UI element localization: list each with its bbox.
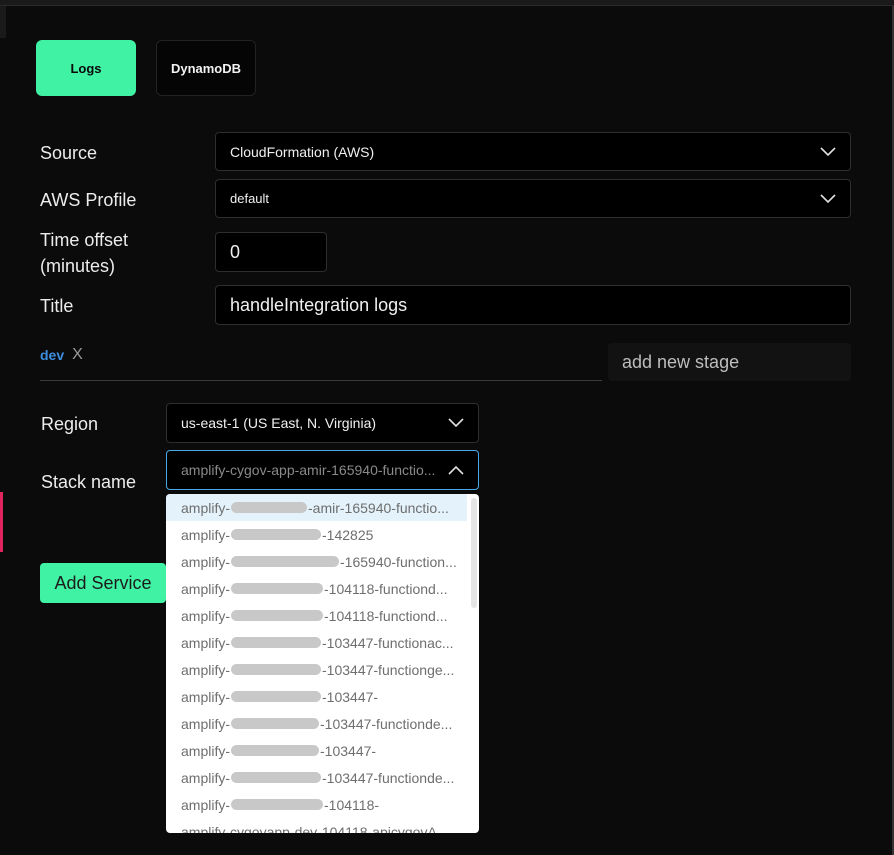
add-stage-input[interactable]: add new stage xyxy=(608,343,851,381)
tab-logs[interactable]: Logs xyxy=(36,40,136,96)
redacted-text xyxy=(231,799,324,810)
redacted-text xyxy=(231,718,320,729)
chevron-down-icon xyxy=(820,193,836,203)
dropdown-item-suffix: -103447-functionde... xyxy=(320,715,453,732)
chevron-up-icon xyxy=(448,465,464,475)
redacted-text xyxy=(231,529,322,540)
region-label: Region xyxy=(41,414,99,434)
stack-name-label: Stack name xyxy=(41,472,137,492)
stages-divider xyxy=(40,380,602,381)
dropdown-item-suffix: 104118-apicygovA... xyxy=(321,823,449,834)
dropdown-item[interactable]: amplify- -165940-function... xyxy=(166,548,479,575)
time-offset-value: 0 xyxy=(230,241,241,262)
dropdown-item-suffix: -165940-function... xyxy=(340,553,457,570)
dropdown-item-suffix: -amir-165940-functio... xyxy=(308,499,449,516)
title-label: Title xyxy=(40,296,74,316)
time-offset-label-line2: (minutes) xyxy=(40,256,116,276)
dropdown-item-prefix: amplify- xyxy=(181,553,231,570)
window-top-bar xyxy=(0,0,894,6)
chevron-down-icon xyxy=(820,146,836,156)
dropdown-item-suffix: -104118- xyxy=(324,796,380,813)
aws-profile-select[interactable]: default xyxy=(215,179,851,218)
dropdown-item[interactable]: amplify- -103447-functionde... xyxy=(166,764,479,791)
dropdown-item-prefix: amplify- xyxy=(181,715,231,732)
redacted-text xyxy=(231,610,324,621)
side-accent-bar xyxy=(0,492,3,552)
dropdown-item-suffix: -142825 xyxy=(322,526,374,543)
redacted-text xyxy=(231,556,340,567)
dropdown-item-prefix: amplify- xyxy=(181,580,231,597)
dropdown-item-suffix: -103447-functionde... xyxy=(322,769,455,786)
dropdown-item-suffix: -103447- xyxy=(322,688,379,705)
add-stage-placeholder: add new stage xyxy=(622,351,740,372)
dropdown-item-prefix: amplify- xyxy=(181,796,231,813)
region-select-value: us-east-1 (US East, N. Virginia) xyxy=(181,415,377,431)
stack-name-select[interactable]: amplify-cygov-app-amir-165940-functio... xyxy=(166,450,479,490)
aws-profile-value: default xyxy=(230,191,270,206)
region-select[interactable]: us-east-1 (US East, N. Virginia) xyxy=(166,403,479,443)
dropdown-item-prefix: amplify- xyxy=(181,661,231,678)
time-offset-label: Time offset (minutes) xyxy=(40,227,128,279)
aws-profile-label: AWS Profile xyxy=(40,190,137,210)
dropdown-item[interactable]: amplify- -103447-functionde... xyxy=(166,710,479,737)
dropdown-item-suffix: -103447-functionac... xyxy=(322,634,454,651)
dropdown-item-prefix: amplify- xyxy=(181,742,231,759)
dropdown-item-prefix: amplify- xyxy=(181,634,231,651)
chevron-down-icon xyxy=(448,418,464,428)
redacted-text xyxy=(231,691,322,702)
dropdown-item-prefix: amplify- xyxy=(181,688,231,705)
stage-name[interactable]: dev xyxy=(40,347,64,363)
title-input-value: handleIntegration logs xyxy=(230,294,408,315)
dropdown-item[interactable]: amplify- -103447-functionge... xyxy=(166,656,479,683)
dropdown-item[interactable]: amplify- -104118-functiond... xyxy=(166,575,479,602)
source-label: Source xyxy=(40,143,98,163)
dropdown-item[interactable]: amplify-cygovapp-dev- 104118-apicygovA... xyxy=(166,818,479,834)
dropdown-scrollbar[interactable] xyxy=(471,498,477,608)
dropdown-item[interactable]: amplify- -103447- xyxy=(166,737,479,764)
dropdown-item-prefix: amplify- xyxy=(181,607,231,624)
time-offset-input[interactable]: 0 xyxy=(215,232,327,272)
dropdown-item[interactable]: amplify- -104118-functiond... xyxy=(166,602,479,629)
add-service-button[interactable]: Add Service xyxy=(40,563,166,603)
redacted-text xyxy=(231,502,308,513)
dropdown-item[interactable]: amplify- -103447-functionac... xyxy=(166,629,479,656)
dropdown-item-prefix: amplify- xyxy=(181,769,231,786)
source-select[interactable]: CloudFormation (AWS) xyxy=(215,132,851,171)
redacted-text xyxy=(231,772,322,783)
redacted-text xyxy=(231,664,322,675)
dropdown-item-suffix: -104118-functiond... xyxy=(324,580,448,597)
stack-name-value[interactable]: amplify-cygov-app-amir-165940-functio... xyxy=(181,462,443,478)
dropdown-item[interactable]: amplify- -amir-165940-functio... xyxy=(166,494,467,521)
dropdown-item-prefix: amplify-cygovapp-dev- xyxy=(181,823,322,834)
redacted-text xyxy=(231,745,320,756)
dropdown-item-suffix: -103447- xyxy=(320,742,377,759)
dropdown-item-suffix: -103447-functionge... xyxy=(322,661,455,678)
stage-chip-dev: dev X xyxy=(40,346,83,364)
dropdown-list: amplify- -amir-165940-functio... amplify- -… xyxy=(166,494,479,833)
source-select-value: CloudFormation (AWS) xyxy=(230,143,375,160)
dropdown-item-prefix: amplify- xyxy=(181,499,231,516)
dropdown-item-suffix: -104118-functiond... xyxy=(324,607,448,624)
dropdown-item[interactable]: amplify- -142825 xyxy=(166,521,479,548)
left-edge xyxy=(0,6,6,38)
time-offset-label-line1: Time offset xyxy=(40,230,129,250)
dropdown-item[interactable]: amplify- -103447- xyxy=(166,683,479,710)
redacted-text xyxy=(231,583,324,594)
redacted-text xyxy=(231,637,322,648)
dropdown-item-prefix: amplify- xyxy=(181,526,231,543)
dropdown-item[interactable]: amplify- -104118- xyxy=(166,791,479,818)
tab-dynamodb[interactable]: DynamoDB xyxy=(156,40,256,96)
stack-name-dropdown[interactable]: amplify- -amir-165940-functio... amplify- -… xyxy=(166,494,479,833)
title-input[interactable]: handleIntegration logs xyxy=(215,285,851,325)
close-icon[interactable]: X xyxy=(72,346,83,364)
